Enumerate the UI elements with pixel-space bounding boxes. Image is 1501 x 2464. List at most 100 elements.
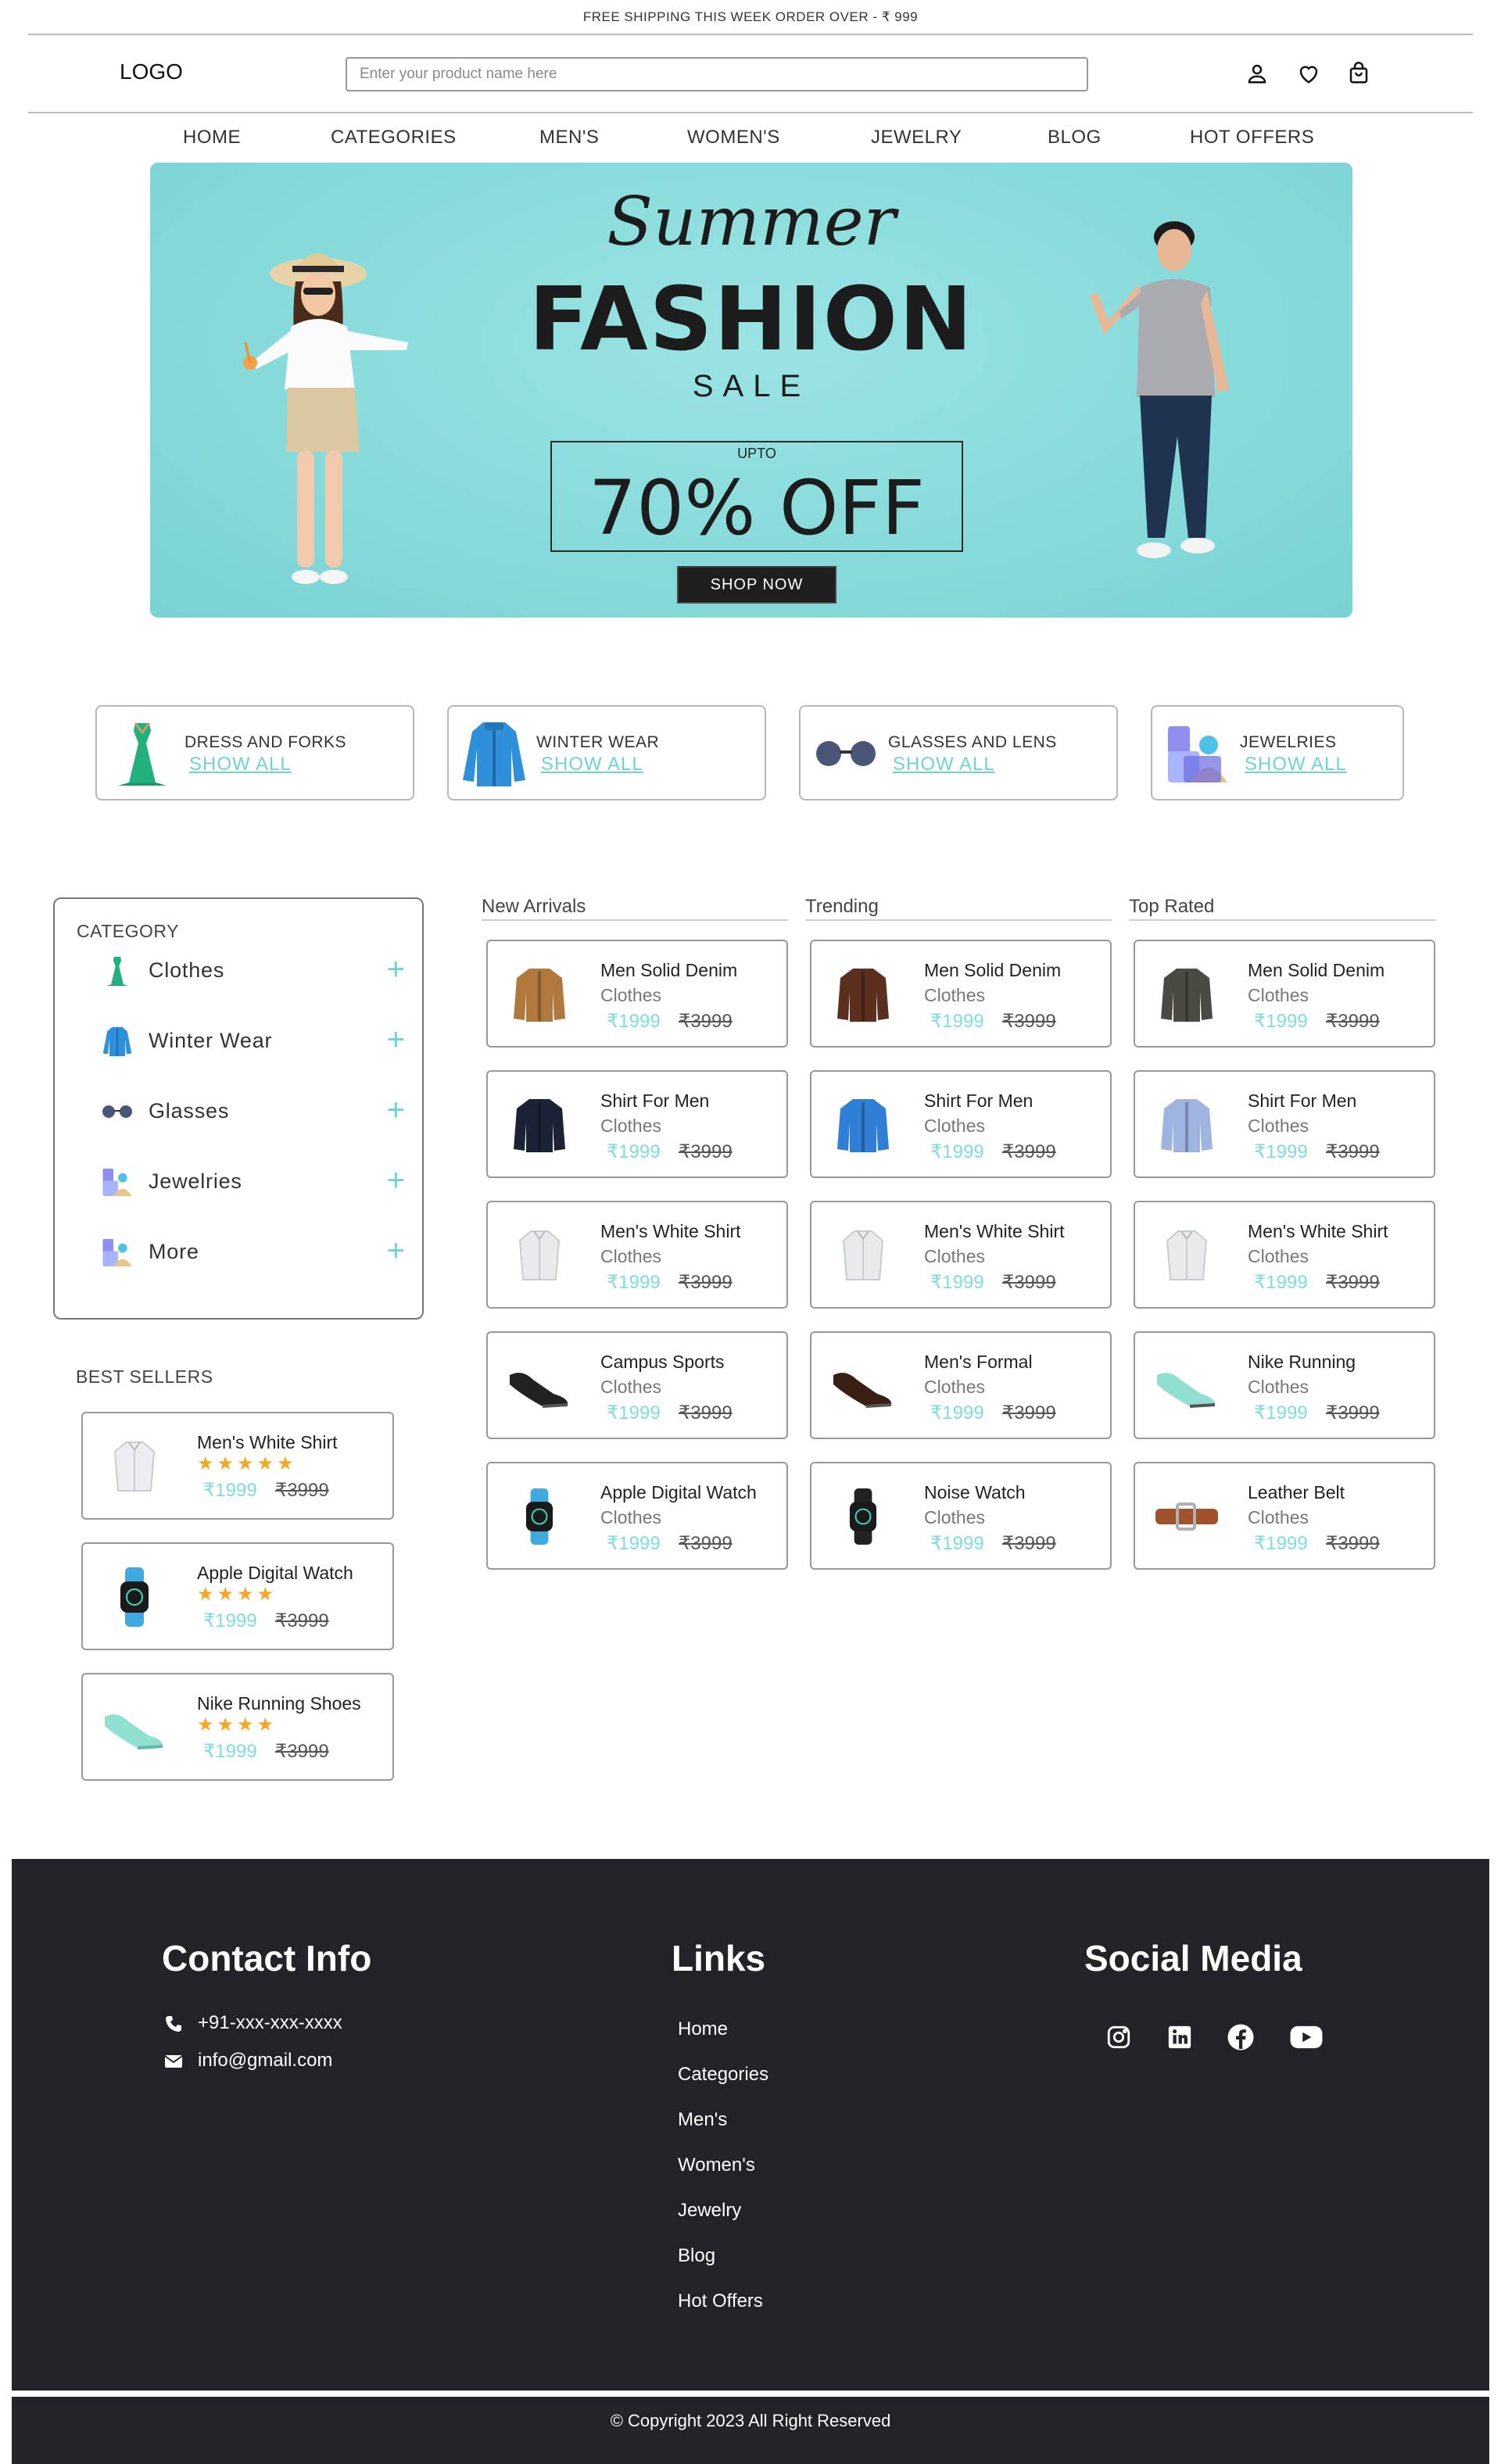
expand-plus-icon[interactable]: + — [387, 1165, 405, 1196]
footer-link-jewelry[interactable]: Jewelry — [678, 2200, 741, 2222]
product-card[interactable]: Men Solid Denim Clothes ₹1999 ₹3999 — [1134, 940, 1435, 1048]
expand-plus-icon[interactable]: + — [387, 1024, 405, 1055]
product-card[interactable]: Shirt For Men Clothes ₹1999 ₹3999 — [810, 1070, 1112, 1178]
product-old-price: ₹3999 — [1002, 1272, 1056, 1293]
show-all-link[interactable]: SHOW ALL — [541, 754, 643, 775]
category-card-winter[interactable]: WINTER WEAR SHOW ALL — [447, 705, 766, 800]
search-input[interactable] — [346, 57, 1088, 91]
product-card[interactable]: Nike Running Clothes ₹1999 ₹3999 — [1134, 1331, 1435, 1439]
product-card[interactable]: Apple Digital Watch Clothes ₹1999 ₹3999 — [486, 1462, 788, 1570]
best-seller-card[interactable]: Nike Running Shoes ★★★★ ₹1999 ₹3999 — [81, 1673, 394, 1781]
category-card-dress[interactable]: DRESS AND FORKS SHOW ALL — [95, 705, 414, 800]
sidebar-item-label: Jewelries — [149, 1169, 242, 1193]
heart-icon[interactable] — [1293, 58, 1324, 89]
product-card[interactable]: Shirt For Men Clothes ₹1999 ₹3999 — [1134, 1070, 1435, 1178]
sidebar-item-label: Winter Wear — [149, 1029, 273, 1052]
nav-categories[interactable]: CATEGORIES — [331, 114, 457, 161]
product-card[interactable]: Shirt For Men Clothes ₹1999 ₹3999 — [486, 1070, 788, 1178]
contact-email[interactable]: info@gmail.com — [198, 2050, 332, 2072]
nav-blog[interactable]: BLOG — [1048, 114, 1102, 161]
expand-plus-icon[interactable]: + — [387, 1235, 405, 1266]
user-icon[interactable] — [1241, 58, 1273, 89]
product-price: ₹1999 — [607, 1011, 661, 1032]
show-all-link[interactable]: SHOW ALL — [1245, 754, 1347, 775]
watch-icon — [500, 1477, 579, 1556]
product-old-price: ₹3999 — [275, 1610, 329, 1631]
product-card[interactable]: Men's White Shirt Clothes ₹1999 ₹3999 — [1134, 1201, 1435, 1309]
divider — [28, 34, 1473, 35]
nav-jewelry[interactable]: JEWELRY — [871, 114, 962, 161]
footer-link-blog[interactable]: Blog — [678, 2245, 715, 2267]
product-card[interactable]: Men's White Shirt Clothes ₹1999 ₹3999 — [810, 1201, 1112, 1309]
nav-mens[interactable]: MEN'S — [539, 114, 599, 161]
sidebar-item-winter-wear[interactable]: Winter Wear + — [100, 1022, 405, 1058]
product-card[interactable]: Men Solid Denim Clothes ₹1999 ₹3999 — [486, 940, 788, 1048]
show-all-link[interactable]: SHOW ALL — [189, 754, 292, 775]
footer-link-categories[interactable]: Categories — [678, 2064, 768, 2086]
banner-script-title: Summer — [607, 183, 896, 261]
youtube-icon[interactable] — [1286, 2022, 1327, 2053]
product-category: Clothes — [1248, 1507, 1309, 1527]
leather-jacket-icon — [824, 955, 902, 1033]
white-shirt-icon — [824, 1216, 902, 1295]
product-card[interactable]: Men's White Shirt Clothes ₹1999 ₹3999 — [486, 1201, 788, 1309]
instagram-icon[interactable] — [1103, 2022, 1134, 2053]
product-old-price: ₹3999 — [1326, 1141, 1380, 1162]
nav-home[interactable]: HOME — [183, 114, 241, 161]
product-card[interactable]: Campus Sports Clothes ₹1999 ₹3999 — [486, 1331, 788, 1439]
divider — [28, 112, 1473, 113]
facebook-icon[interactable] — [1225, 2022, 1256, 2053]
sidebar-item-more[interactable]: More + — [100, 1234, 405, 1270]
white-shirt-icon — [1148, 1216, 1226, 1295]
footer-link-womens[interactable]: Women's — [678, 2154, 755, 2176]
product-card[interactable]: Noise Watch Clothes ₹1999 ₹3999 — [810, 1462, 1112, 1570]
category-card-glasses[interactable]: GLASSES AND LENS SHOW ALL — [799, 705, 1118, 800]
category-card-jewelries[interactable]: JEWELRIES SHOW ALL — [1151, 705, 1404, 800]
sidebar-item-clothes[interactable]: Clothes + — [100, 952, 405, 988]
best-seller-card[interactable]: Men's White Shirt ★★★★★ ₹1999 ₹3999 — [81, 1412, 394, 1520]
category-title: DRESS AND FORKS — [184, 733, 347, 751]
sidebar-item-label: Clothes — [149, 958, 225, 982]
shop-now-button[interactable]: SHOP NOW — [677, 566, 836, 603]
product-card[interactable]: Men Solid Denim Clothes ₹1999 ₹3999 — [810, 940, 1112, 1048]
offer-box: UPTO 70% OFF — [550, 441, 963, 552]
product-price: ₹1999 — [203, 1480, 257, 1501]
product-card[interactable]: Leather Belt Clothes ₹1999 ₹3999 — [1134, 1462, 1435, 1570]
product-price: ₹1999 — [607, 1402, 661, 1424]
sidebar-item-glasses[interactable]: Glasses + — [100, 1093, 405, 1129]
product-old-price: ₹3999 — [275, 1741, 329, 1762]
main-nav: HOME CATEGORIES MEN'S WOMEN'S JEWELRY BL… — [0, 114, 1501, 161]
product-old-price: ₹3999 — [1326, 1533, 1380, 1554]
linkedin-icon[interactable] — [1164, 2022, 1195, 2053]
product-card[interactable]: Men's Formal Clothes ₹1999 ₹3999 — [810, 1331, 1112, 1439]
footer-link-home[interactable]: Home — [678, 2018, 728, 2040]
product-name: Men's White Shirt — [600, 1221, 741, 1241]
offer-upto: UPTO — [737, 446, 776, 461]
formal-shoe-icon — [824, 1347, 902, 1425]
product-name: Nike Running Shoes — [197, 1693, 361, 1714]
product-category: Clothes — [924, 985, 985, 1005]
expand-plus-icon[interactable]: + — [387, 1094, 405, 1126]
best-seller-card[interactable]: Apple Digital Watch ★★★★ ₹1999 ₹3999 — [81, 1542, 394, 1650]
social-heading: Social Media — [1084, 1938, 1302, 1979]
column-heading-top-rated: Top Rated — [1129, 896, 1435, 921]
product-name: Campus Sports — [600, 1352, 725, 1372]
product-category: Clothes — [1248, 985, 1309, 1005]
nav-hot-offers[interactable]: HOT OFFERS — [1190, 114, 1314, 161]
nav-womens[interactable]: WOMEN'S — [687, 114, 780, 161]
sidebar-item-jewelries[interactable]: Jewelries + — [100, 1163, 405, 1199]
footer-link-mens[interactable]: Men's — [678, 2109, 727, 2131]
shopping-bag-icon[interactable] — [1343, 58, 1374, 89]
product-name: Shirt For Men — [924, 1091, 1034, 1111]
expand-plus-icon[interactable]: + — [387, 954, 405, 985]
contact-phone[interactable]: +91-xxx-xxx-xxxx — [198, 2012, 342, 2034]
olive-jacket-icon — [1148, 955, 1226, 1033]
jewelry-icon — [100, 1238, 134, 1267]
product-category: Clothes — [600, 1377, 661, 1397]
logo[interactable]: LOGO — [120, 59, 183, 84]
show-all-link[interactable]: SHOW ALL — [893, 754, 995, 775]
announcement-bar: FREE SHIPPING THIS WEEK ORDER OVER - ₹ 9… — [582, 9, 919, 24]
footer-link-hot-offers[interactable]: Hot Offers — [678, 2290, 763, 2312]
product-category: Clothes — [1248, 1377, 1309, 1397]
product-old-price: ₹3999 — [1002, 1011, 1056, 1032]
